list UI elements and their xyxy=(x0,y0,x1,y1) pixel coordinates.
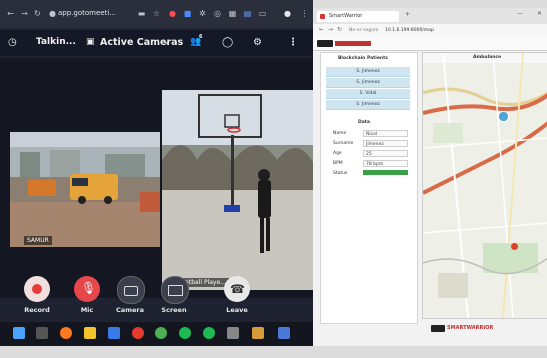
smartwarrior-addressbar: ← → ↻ No es seguro 10.1.6.199:8000/map xyxy=(313,24,547,39)
favicon-icon xyxy=(320,14,325,19)
tile-label-samur: SAMUR xyxy=(24,236,52,245)
security-warning[interactable]: No es seguro xyxy=(349,28,378,33)
map-title: Ambulance xyxy=(473,55,502,60)
video-tile-basketball[interactable]: Basketball Playe... xyxy=(162,90,313,290)
chat-icon[interactable]: ◯ xyxy=(222,37,233,48)
video-tile-samur[interactable]: SAMUR xyxy=(10,132,160,247)
leave-label: Leave xyxy=(226,306,248,314)
leave-button[interactable]: ☎ xyxy=(224,276,250,302)
patient-item[interactable]: S. Jimenez xyxy=(326,78,410,88)
ambulance-map[interactable]: Ambulance xyxy=(422,52,547,319)
field-label: BPM xyxy=(333,161,343,166)
record-icon xyxy=(32,284,42,294)
location-marker-icon[interactable] xyxy=(498,111,509,122)
smartwarrior-header xyxy=(313,38,547,51)
patient-item[interactable]: S. Jimenez xyxy=(326,67,410,77)
mic-button[interactable]: 🎙 xyxy=(74,276,100,302)
app-icon[interactable] xyxy=(227,327,239,339)
meeting-header: ◷ Talkin... ▣ Active Cameras ⌄ 👥 6 ◯ ⚙ ⋮ xyxy=(0,30,313,56)
extension-icon[interactable]: ▤ xyxy=(243,9,252,18)
back-icon[interactable]: ← xyxy=(6,9,15,18)
brand-wordmark xyxy=(335,41,371,46)
camera-label: Camera xyxy=(116,306,144,314)
record-label: Record xyxy=(24,306,50,314)
mic-label: Mic xyxy=(80,306,94,314)
info-title: Data xyxy=(358,120,370,125)
camera-button[interactable] xyxy=(117,276,145,304)
basketball-scene xyxy=(162,90,313,290)
extension-icon[interactable]: ✲ xyxy=(198,9,207,18)
meeting-title: Talkin... xyxy=(36,37,76,47)
ambulance-marker-icon[interactable] xyxy=(511,243,518,250)
participant-count: 6 xyxy=(199,34,203,40)
record-button[interactable] xyxy=(24,276,50,302)
settings-icon[interactable]: ⚙ xyxy=(253,37,262,48)
street-scene xyxy=(10,132,160,247)
camera-icon xyxy=(124,286,138,296)
extension-icon[interactable]: ◎ xyxy=(213,9,222,18)
star-icon[interactable]: ☆ xyxy=(152,9,161,18)
lock-icon: ● xyxy=(49,9,56,18)
field-label: Surname xyxy=(333,141,354,146)
street-map xyxy=(423,53,547,318)
spotify-alt-icon[interactable] xyxy=(203,327,215,339)
patient-item[interactable]: S. Jimenez xyxy=(326,100,410,110)
extension-icon[interactable]: ▭ xyxy=(258,9,267,18)
smartwarrior-tabbar: SmartWarrior + — ✕ xyxy=(313,8,547,24)
minimize-icon[interactable]: — xyxy=(517,10,523,17)
extension-icon[interactable]: ▬ xyxy=(137,9,146,18)
footer-logo xyxy=(431,325,445,332)
new-tab-icon[interactable]: + xyxy=(405,11,410,18)
forward-icon[interactable]: → xyxy=(20,9,29,18)
opera-taskbar-icon[interactable] xyxy=(132,327,144,339)
close-icon[interactable]: ✕ xyxy=(537,10,542,17)
hangup-icon: ☎ xyxy=(230,282,245,296)
brand-logo xyxy=(317,40,333,47)
app-icon[interactable] xyxy=(278,327,290,339)
footer-brand: SMARTWARRIOR xyxy=(447,325,494,331)
screen-button[interactable] xyxy=(161,276,189,304)
field-value: Jimenez xyxy=(363,140,408,147)
view-selector[interactable]: Active Cameras xyxy=(100,37,183,48)
grid-icon: ▣ xyxy=(86,37,95,47)
clock-icon[interactable]: ◷ xyxy=(8,37,17,48)
field-value: 25 xyxy=(363,150,408,157)
chrome-icon[interactable] xyxy=(155,327,167,339)
field-label: Status xyxy=(333,171,348,176)
app-icon[interactable] xyxy=(108,327,120,339)
screen-label: Screen xyxy=(161,306,187,314)
spotify-icon[interactable] xyxy=(179,327,191,339)
mic-muted-icon: 🎙 xyxy=(81,281,97,295)
patient-item[interactable]: S. Vidal xyxy=(326,89,410,99)
extension-icon[interactable]: ▦ xyxy=(228,9,237,18)
screen-share-icon xyxy=(168,285,183,296)
reload-icon[interactable]: ↻ xyxy=(33,9,42,18)
more-icon[interactable]: ⋮ xyxy=(288,37,298,48)
reload-icon[interactable]: ↻ xyxy=(337,26,342,33)
firefox-icon[interactable] xyxy=(60,327,72,339)
field-value: Nicol xyxy=(363,130,408,137)
menu-icon[interactable]: ⋮ xyxy=(300,9,309,18)
extension-icon[interactable]: ■ xyxy=(183,9,192,18)
status-bar xyxy=(363,170,408,175)
chevron-down-icon[interactable]: ⌄ xyxy=(164,37,171,46)
field-label: Name xyxy=(333,131,347,136)
back-icon[interactable]: ← xyxy=(319,26,324,33)
address-bar[interactable]: app.gotomeeti... xyxy=(58,6,128,20)
smartwarrior-footer: SMARTWARRIOR xyxy=(313,322,547,336)
windows-start-icon[interactable] xyxy=(13,327,25,339)
app-icon[interactable] xyxy=(252,327,264,339)
forward-icon[interactable]: → xyxy=(328,26,333,33)
opera-icon[interactable]: ● xyxy=(168,9,177,18)
address-host[interactable]: 10.1.6.199:8000/map xyxy=(385,28,434,33)
task-view-icon[interactable] xyxy=(36,327,48,339)
field-value: 78 bpm xyxy=(363,160,408,167)
panel-title: Blockchain Patients xyxy=(338,56,388,61)
tab-smartwarrior[interactable]: SmartWarrior xyxy=(317,11,399,22)
browser-toolbar: ← → ↻ ● app.gotomeeti... ▬ ☆ ● ■ ✲ ◎ ▦ ▤… xyxy=(0,0,313,28)
profile-icon[interactable]: ● xyxy=(283,9,292,18)
file-explorer-icon[interactable] xyxy=(84,327,96,339)
field-label: Age xyxy=(333,151,342,156)
